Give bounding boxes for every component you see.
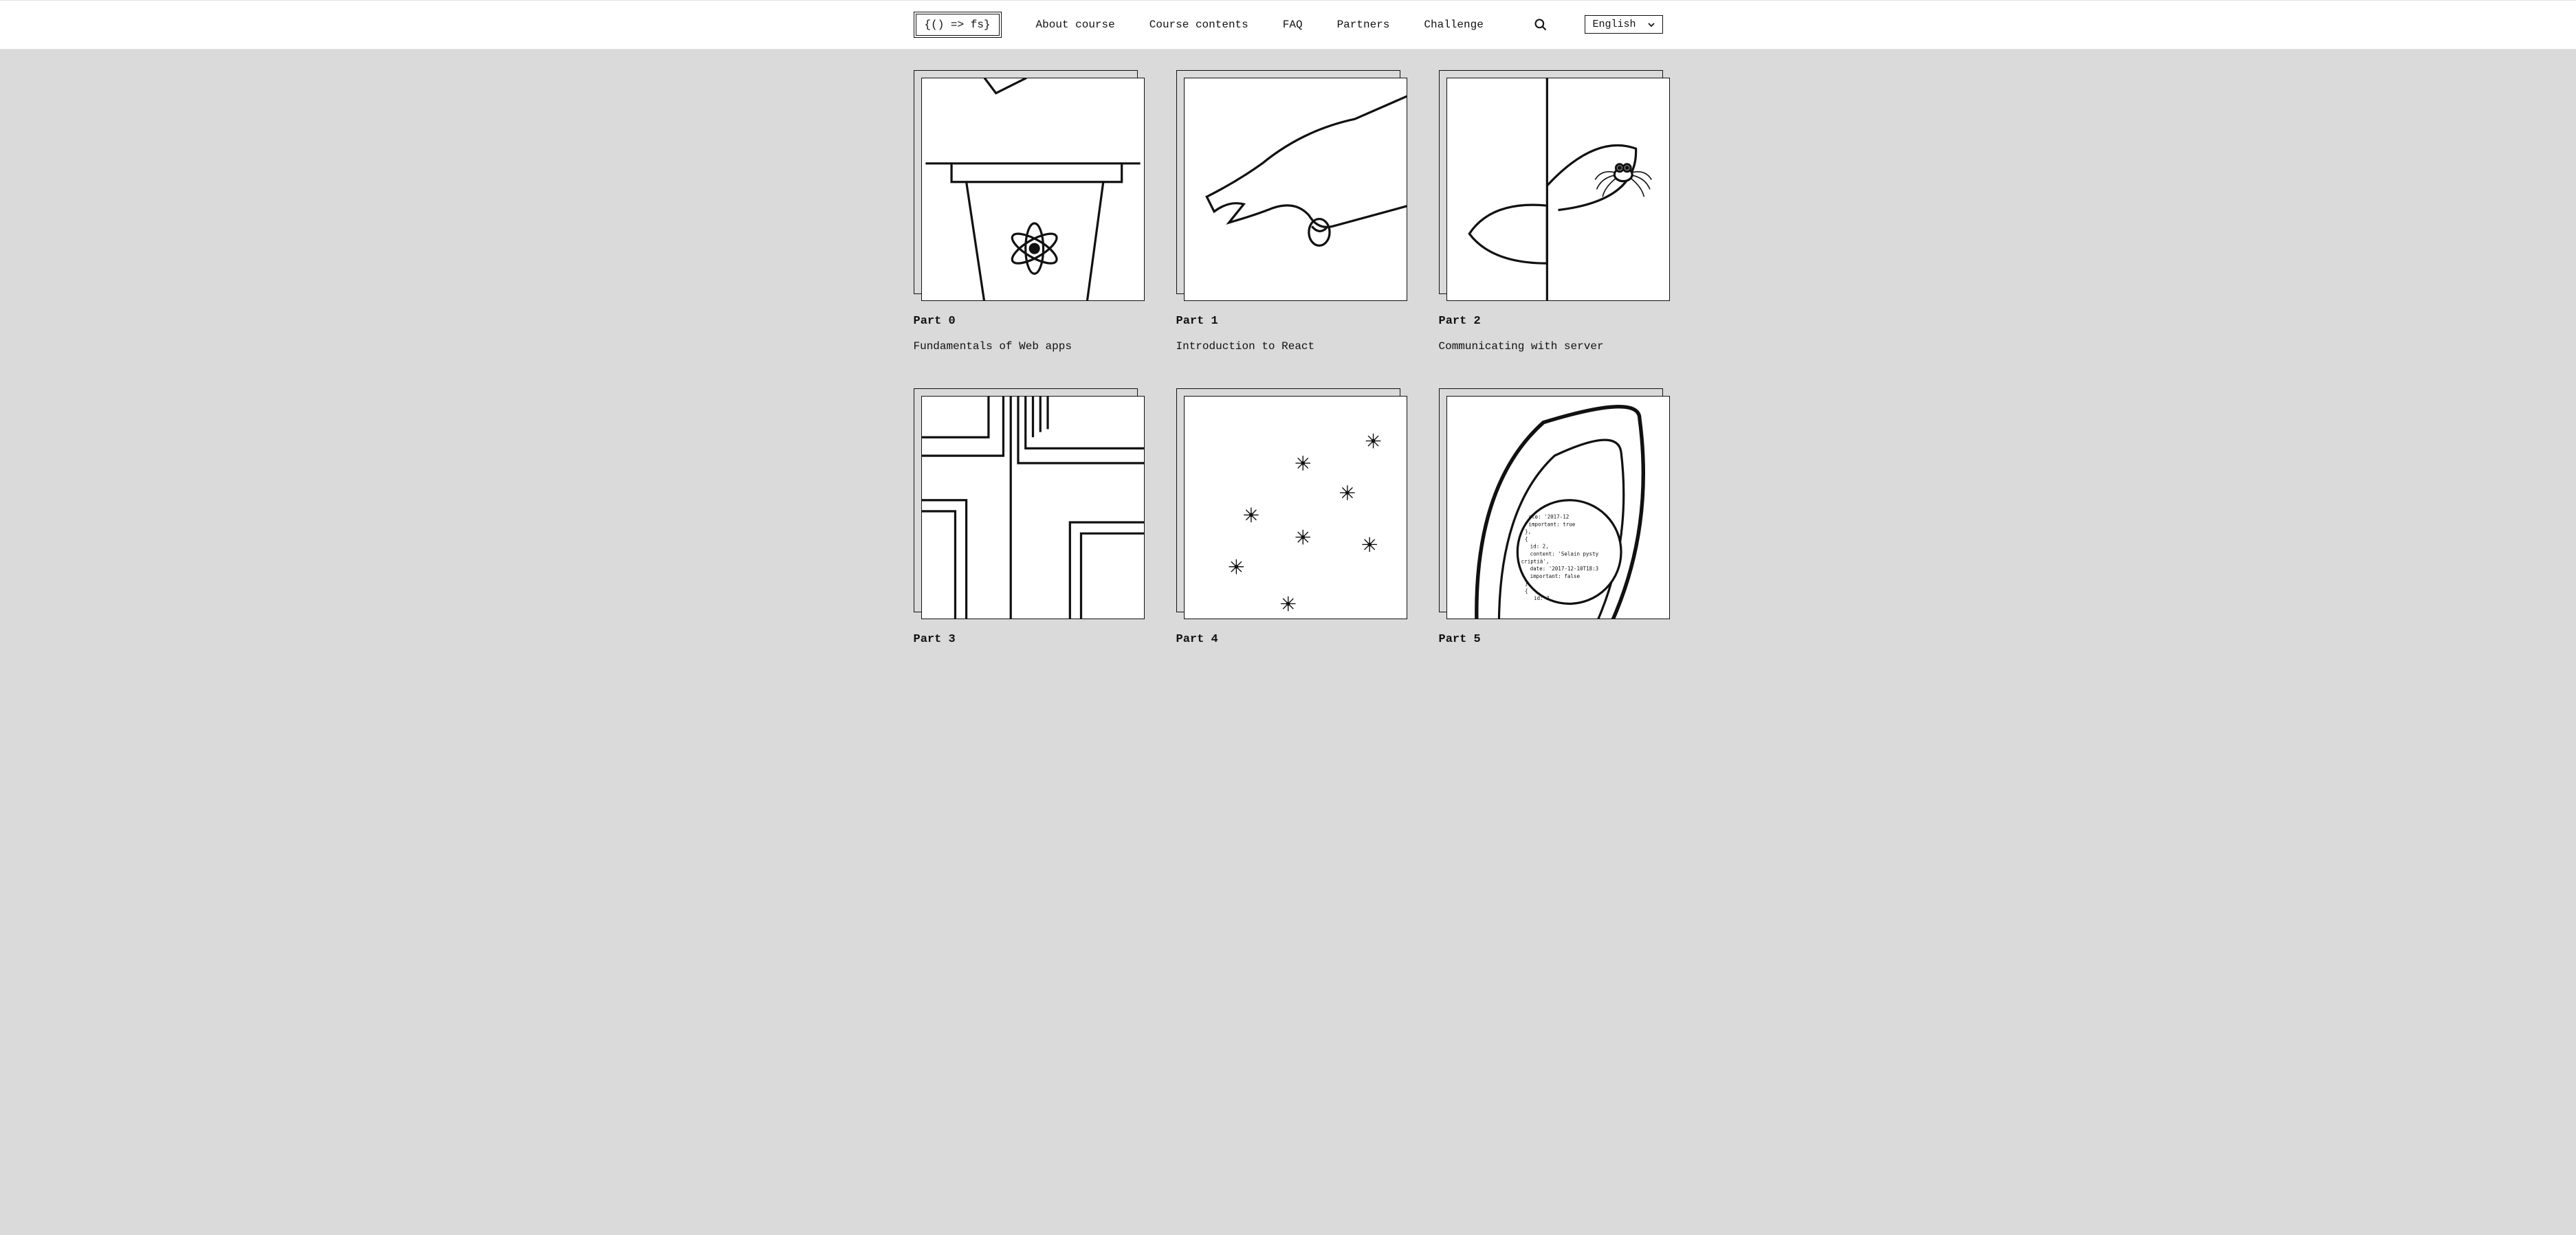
nav-faq[interactable]: FAQ — [1283, 19, 1303, 31]
card-illustration: ate: '2017-12 important: true }, { id: 2… — [1446, 396, 1670, 619]
svg-text:id: 3,: id: 3, — [1533, 595, 1552, 601]
chevron-down-icon — [1647, 21, 1655, 29]
part-card-3[interactable]: Part 3 — [914, 388, 1138, 658]
svg-text:{: { — [1525, 588, 1528, 594]
nav-course-contents[interactable]: Course contents — [1149, 19, 1248, 31]
card-illustration — [921, 396, 1145, 619]
card-frame: ate: '2017-12 important: true }, { id: 2… — [1439, 388, 1663, 612]
svg-text:ate: '2017-12: ate: '2017-12 — [1528, 514, 1569, 520]
svg-text:content: 'Selain pysty: content: 'Selain pysty — [1530, 550, 1598, 557]
svg-text:id: 2,: id: 2, — [1530, 544, 1548, 550]
card-part-label: Part 3 — [914, 633, 1138, 646]
svg-text:important: true: important: true — [1528, 521, 1575, 527]
svg-text:date: '2017-12-10T18:3: date: '2017-12-10T18:3 — [1530, 566, 1598, 572]
nav-partners[interactable]: Partners — [1337, 19, 1390, 31]
search-button[interactable] — [1531, 15, 1550, 34]
card-part-label: Part 4 — [1176, 633, 1400, 646]
svg-text:},: }, — [1525, 529, 1531, 535]
part-card-5[interactable]: ate: '2017-12 important: true }, { id: 2… — [1439, 388, 1663, 658]
card-title: Fundamentals of Web apps — [914, 340, 1138, 353]
part-card-1[interactable]: Part 1 Introduction to React — [1176, 70, 1400, 353]
hand-seed-icon — [1185, 78, 1407, 300]
card-frame — [1439, 70, 1663, 294]
card-illustration — [921, 78, 1145, 301]
plant-bug-icon — [1447, 78, 1669, 300]
language-selector[interactable]: English — [1585, 15, 1662, 34]
navbar-inner: {() => fs} About course Course contents … — [914, 12, 1663, 38]
svg-text:important: false: important: false — [1530, 573, 1580, 579]
card-title: Introduction to React — [1176, 340, 1400, 353]
language-label: English — [1592, 19, 1636, 30]
nav-about-course[interactable]: About course — [1036, 19, 1115, 31]
card-part-label: Part 5 — [1439, 633, 1663, 646]
card-frame — [1176, 70, 1400, 294]
circuit-icon — [922, 397, 1144, 619]
nav-challenge[interactable]: Challenge — [1424, 19, 1483, 31]
card-illustration — [1184, 396, 1407, 619]
card-illustration — [1446, 78, 1670, 301]
parts-grid: Part 0 Fundamentals of Web apps Part 1 I… — [914, 70, 1663, 658]
card-part-label: Part 1 — [1176, 315, 1400, 328]
card-illustration — [1184, 78, 1407, 301]
svg-text:{: { — [1525, 536, 1528, 542]
top-navbar: {() => fs} About course Course contents … — [0, 0, 2576, 49]
part-card-4[interactable]: Part 4 — [1176, 388, 1400, 658]
card-frame — [1176, 388, 1400, 612]
card-title: Communicating with server — [1439, 340, 1663, 353]
card-frame — [914, 388, 1138, 612]
main-nav: About course Course contents FAQ Partner… — [1036, 19, 1497, 31]
logo-text: {() => fs} — [916, 14, 1000, 36]
page-content: Part 0 Fundamentals of Web apps Part 1 I… — [0, 49, 2576, 658]
card-frame — [914, 70, 1138, 294]
part-card-2[interactable]: Part 2 Communicating with server — [1439, 70, 1663, 353]
svg-text:},: }, — [1525, 581, 1531, 587]
site-logo[interactable]: {() => fs} — [914, 12, 1002, 38]
card-part-label: Part 2 — [1439, 315, 1663, 328]
search-icon — [1534, 18, 1548, 32]
svg-text:criptiä',: criptiä', — [1521, 558, 1549, 564]
part-card-0[interactable]: Part 0 Fundamentals of Web apps — [914, 70, 1138, 353]
avocado-code-icon: ate: '2017-12 important: true }, { id: 2… — [1447, 397, 1669, 619]
flowerpot-icon — [922, 78, 1144, 300]
dandelion-seeds-icon — [1185, 397, 1407, 619]
card-part-label: Part 0 — [914, 315, 1138, 328]
